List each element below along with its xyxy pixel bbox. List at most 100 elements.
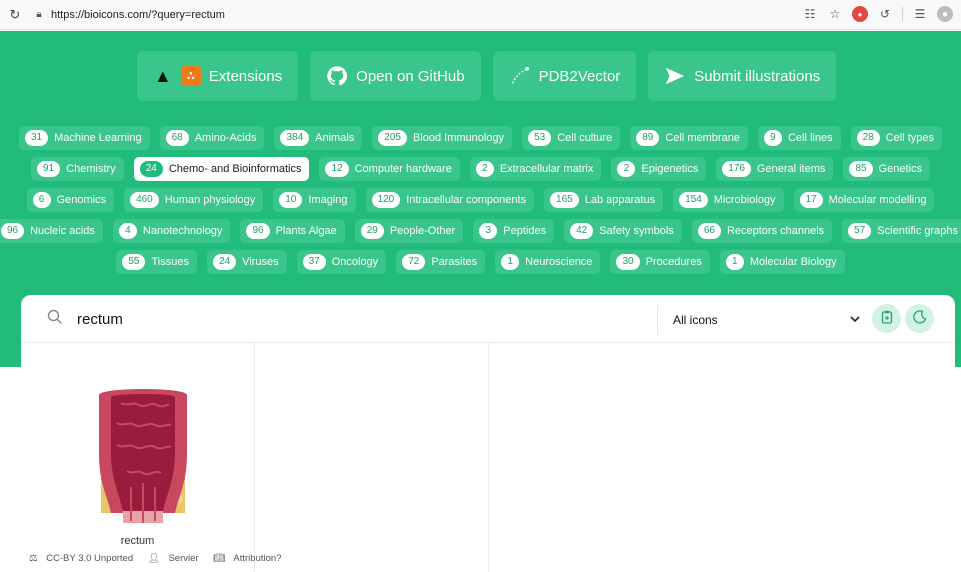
tag-count: 176 <box>722 161 751 177</box>
category-tag[interactable]: 24 Chemo- and Bioinformatics <box>133 157 310 181</box>
tag-count: 72 <box>402 254 426 270</box>
tag-count: 30 <box>616 254 640 270</box>
category-tag[interactable]: 30 Procedures <box>610 250 710 274</box>
tag-label: Computer hardware <box>354 163 452 175</box>
tag-row: 96 Nucleic acids 4 Nanotechnology 96 Plants A… <box>0 219 961 243</box>
attribution-link[interactable]: 📖︎ Attribution? <box>213 553 287 564</box>
browser-toolbar: ↻ 🔒︎ https://bioicons.com/?query=rectum … <box>0 0 961 30</box>
result-meta: ⚖︎ CC-BY 3.0 Unported 👤︎ Servier 📖︎ Attr… <box>29 553 281 564</box>
tag-label: Intracellular components <box>406 194 527 206</box>
favorite-star-icon[interactable]: ☆ <box>827 6 843 22</box>
profile-avatar-icon[interactable]: ● <box>937 6 953 22</box>
tag-label: Peptides <box>503 225 547 237</box>
category-tag[interactable]: 85 Genetics <box>843 157 930 181</box>
submit-illustrations-button[interactable]: Submit illustrations <box>648 51 837 101</box>
tag-label: Molecular modelling <box>828 194 927 206</box>
category-tag[interactable]: 176 General items <box>716 157 834 181</box>
category-tag[interactable]: 31 Machine Learning <box>19 126 150 150</box>
category-tag[interactable]: 91 Chemistry <box>31 157 124 181</box>
copy-to-clipboard-button[interactable] <box>872 304 901 333</box>
license-link[interactable]: ⚖︎ CC-BY 3.0 Unported <box>29 553 139 564</box>
tag-count: 120 <box>371 192 401 208</box>
github-button[interactable]: Open on GitHub <box>310 51 481 101</box>
tag-count: 57 <box>848 223 872 239</box>
tag-label: Imaging <box>308 194 348 206</box>
category-tag[interactable]: 120 Intracellular components <box>365 188 535 212</box>
category-tag[interactable]: 55 Tissues <box>116 250 197 274</box>
tag-label: Blood Immunology <box>412 132 505 144</box>
category-tag[interactable]: 89 Cell membrane <box>630 126 748 150</box>
category-tag[interactable]: 10 Imaging <box>273 188 356 212</box>
user-icon: 👤︎ <box>147 553 160 564</box>
category-tag[interactable]: 1 Molecular Biology <box>719 250 845 274</box>
tag-label: Neuroscience <box>525 256 593 268</box>
tag-label: Cell membrane <box>665 132 740 144</box>
category-tag[interactable]: 4 Nanotechnology <box>112 219 231 243</box>
category-tag[interactable]: 9 Cell lines <box>757 126 841 150</box>
category-tag[interactable]: 66 Receptors channels <box>691 219 833 243</box>
toolbar-divider <box>902 7 903 21</box>
category-tag[interactable]: 24 Viruses <box>206 250 287 274</box>
favorites-list-icon[interactable]: ☰ <box>912 6 928 22</box>
tag-label: Amino-Acids <box>194 132 257 144</box>
tag-label: Animals <box>315 132 355 144</box>
category-tag[interactable]: 96 Plants Algae <box>240 219 345 243</box>
browser-actions: ☷ ☆ ● ↺ ☰ ● <box>802 6 953 22</box>
result-card[interactable]: rectum ⚖︎ CC-BY 3.0 Unported 👤︎ Servier … <box>21 343 281 572</box>
category-tag[interactable]: 2 Extracellular matrix <box>469 157 602 181</box>
moon-icon <box>912 310 927 327</box>
category-tag[interactable]: 384 Animals <box>274 126 363 150</box>
tag-count: 42 <box>570 223 594 239</box>
category-tag[interactable]: 96 Nucleic acids <box>0 219 103 243</box>
category-tag[interactable]: 42 Safety symbols <box>564 219 682 243</box>
tag-row: 91 Chemistry 24 Chemo- and Bioinformatics 12… <box>0 157 961 181</box>
tag-label: Scientific graphs <box>877 225 959 237</box>
category-tag[interactable]: 37 Oncology <box>296 250 387 274</box>
tag-count: 85 <box>849 161 873 177</box>
url-text: https://bioicons.com/?query=rectum <box>51 8 225 21</box>
category-tag[interactable]: 205 Blood Immunology <box>372 126 513 150</box>
site-info-icon[interactable]: 🔒︎ <box>32 8 46 22</box>
icon-set-select[interactable]: All icons <box>673 307 861 333</box>
tag-label: Microbiology <box>713 194 776 206</box>
category-tag[interactable]: 2 Epigenetics <box>611 157 707 181</box>
category-tag[interactable]: 165 Lab apparatus <box>544 188 664 212</box>
category-tag[interactable]: 6 Genomics <box>26 188 115 212</box>
category-tag[interactable]: 53 Cell culture <box>522 126 621 150</box>
pdb2vector-button[interactable]: PDB2Vector <box>492 51 637 101</box>
reload-icon[interactable]: ↻ <box>4 7 26 23</box>
category-tag[interactable]: 72 Parasites <box>396 250 486 274</box>
inkscape-icon: ▲ <box>153 65 172 86</box>
category-tag[interactable]: 154 Microbiology <box>673 188 784 212</box>
tag-label: Genetics <box>878 163 922 175</box>
category-tag[interactable]: 460 Human physiology <box>124 188 264 212</box>
tag-label: Nucleic acids <box>30 225 95 237</box>
tag-count: 9 <box>763 130 782 146</box>
tag-row: 31 Machine Learning 68 Amino-Acids 384 Animal… <box>0 126 961 150</box>
refresh-extension-icon[interactable]: ↺ <box>877 6 893 22</box>
tag-count: 154 <box>679 192 708 208</box>
category-tag[interactable]: 12 Computer hardware <box>319 157 460 181</box>
category-tag[interactable]: 17 Molecular modelling <box>793 188 935 212</box>
category-tag[interactable]: 3 Peptides <box>473 219 555 243</box>
tag-label: Lab apparatus <box>584 194 656 206</box>
search-input[interactable] <box>77 304 637 334</box>
category-tag[interactable]: 68 Amino-Acids <box>159 126 265 150</box>
translate-icon[interactable]: ☷ <box>802 6 818 22</box>
send-icon <box>664 65 686 87</box>
tag-count: 28 <box>856 130 880 146</box>
submit-illustrations-label: Submit illustrations <box>694 67 821 85</box>
category-tag[interactable]: 57 Scientific graphs <box>842 219 961 243</box>
extensions-button[interactable]: ▲ ∴ Extensions <box>136 51 299 101</box>
extension-icon[interactable]: ● <box>852 6 868 22</box>
tag-count: 31 <box>25 130 49 146</box>
rectum-illustration[interactable] <box>93 383 193 531</box>
author-link[interactable]: 👤︎ Servier <box>148 553 205 564</box>
search-divider <box>657 305 658 335</box>
category-tag[interactable]: 29 People-Other <box>354 219 464 243</box>
tag-count: 29 <box>360 223 384 239</box>
category-tag[interactable]: 28 Cell types <box>850 126 942 150</box>
dark-mode-toggle[interactable] <box>905 304 934 333</box>
category-tag[interactable]: 1 Neuroscience <box>495 250 601 274</box>
address-bar[interactable]: 🔒︎ https://bioicons.com/?query=rectum <box>32 4 225 26</box>
